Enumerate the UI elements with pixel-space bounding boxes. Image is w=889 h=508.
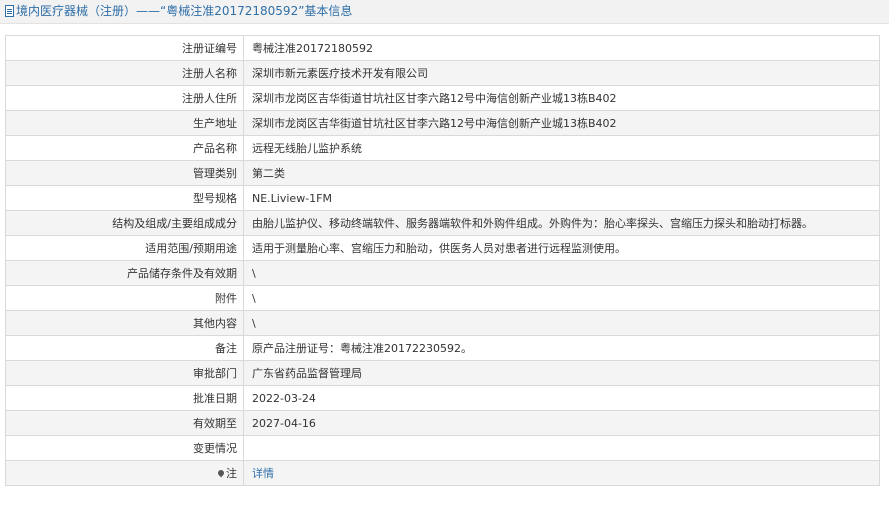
details-link[interactable]: 详情 (252, 467, 274, 480)
note-value-cell: 详情 (243, 460, 880, 486)
field-value: 深圳市新元素医疗技术开发有限公司 (243, 60, 880, 86)
table-row: 产品储存条件及有效期 \ (5, 260, 880, 286)
table-row: 备注 原产品注册证号：粤械注准20172230592。 (5, 335, 880, 361)
info-table: 注册证编号 粤械注准20172180592 注册人名称 深圳市新元素医疗技术开发有限公… (5, 35, 880, 486)
field-value: \ (243, 260, 880, 286)
table-row: 附件 \ (5, 285, 880, 311)
field-value: 深圳市龙岗区吉华街道甘坑社区甘李六路12号中海信创新产业城13栋B402 (243, 85, 880, 111)
field-label: 其他内容 (5, 310, 244, 336)
field-value: 粤械注准20172180592 (243, 35, 880, 61)
field-value: 由胎儿监护仪、移动终端软件、服务器端软件和外购件组成。外购件为：胎心率探头、宫缩… (243, 210, 880, 236)
field-value: NE.Liview-1FM (243, 185, 880, 211)
table-row: 注册人住所 深圳市龙岗区吉华街道甘坑社区甘李六路12号中海信创新产业城13栋B40… (5, 85, 880, 111)
field-label: 注册人名称 (5, 60, 244, 86)
page-title: 境内医疗器械（注册）——“粤械注准20172180592”基本信息 (16, 4, 353, 18)
field-value: 第二类 (243, 160, 880, 186)
field-label: 审批部门 (5, 360, 244, 386)
table-row: 有效期至 2027-04-16 (5, 410, 880, 436)
field-value (243, 435, 880, 461)
field-value: 原产品注册证号：粤械注准20172230592。 (243, 335, 880, 361)
field-label: 备注 (5, 335, 244, 361)
field-label: 适用范围/预期用途 (5, 235, 244, 261)
field-value: 深圳市龙岗区吉华街道甘坑社区甘李六路12号中海信创新产业城13栋B402 (243, 110, 880, 136)
document-icon (5, 5, 14, 17)
table-row: 管理类别 第二类 (5, 160, 880, 186)
field-value: \ (243, 285, 880, 311)
field-value: \ (243, 310, 880, 336)
field-value: 广东省药品监督管理局 (243, 360, 880, 386)
field-label: 批准日期 (5, 385, 244, 411)
field-label: 附件 (5, 285, 244, 311)
note-label: 注 (226, 467, 237, 480)
field-label: 变更情况 (5, 435, 244, 461)
field-label: 产品储存条件及有效期 (5, 260, 244, 286)
table-row: 结构及组成/主要组成成分 由胎儿监护仪、移动终端软件、服务器端软件和外购件组成。外… (5, 210, 880, 236)
table-row: 适用范围/预期用途 适用于测量胎心率、宫缩压力和胎动，供医务人员对患者进行远程监测… (5, 235, 880, 261)
field-value: 远程无线胎儿监护系统 (243, 135, 880, 161)
table-row: 变更情况 (5, 435, 880, 461)
field-label: 管理类别 (5, 160, 244, 186)
field-label: 注册证编号 (5, 35, 244, 61)
table-row: 注册人名称 深圳市新元素医疗技术开发有限公司 (5, 60, 880, 86)
table-row: 审批部门 广东省药品监督管理局 (5, 360, 880, 386)
table-row: 注册证编号 粤械注准20172180592 (5, 35, 880, 61)
table-row: 其他内容 \ (5, 310, 880, 336)
note-label-cell: 注 (5, 460, 244, 486)
page-header: 境内医疗器械（注册）——“粤械注准20172180592”基本信息 (0, 0, 889, 24)
field-value: 2022-03-24 (243, 385, 880, 411)
field-value: 适用于测量胎心率、宫缩压力和胎动，供医务人员对患者进行远程监测使用。 (243, 235, 880, 261)
field-label: 产品名称 (5, 135, 244, 161)
field-label: 生产地址 (5, 110, 244, 136)
pin-icon (216, 468, 226, 478)
field-label: 型号规格 (5, 185, 244, 211)
table-row: 产品名称 远程无线胎儿监护系统 (5, 135, 880, 161)
table-row: 批准日期 2022-03-24 (5, 385, 880, 411)
table-row: 生产地址 深圳市龙岗区吉华街道甘坑社区甘李六路12号中海信创新产业城13栋B402 (5, 110, 880, 136)
note-row: 注 详情 (5, 460, 880, 486)
field-label: 注册人住所 (5, 85, 244, 111)
field-label: 结构及组成/主要组成成分 (5, 210, 244, 236)
field-value: 2027-04-16 (243, 410, 880, 436)
field-label: 有效期至 (5, 410, 244, 436)
table-row: 型号规格 NE.Liview-1FM (5, 185, 880, 211)
